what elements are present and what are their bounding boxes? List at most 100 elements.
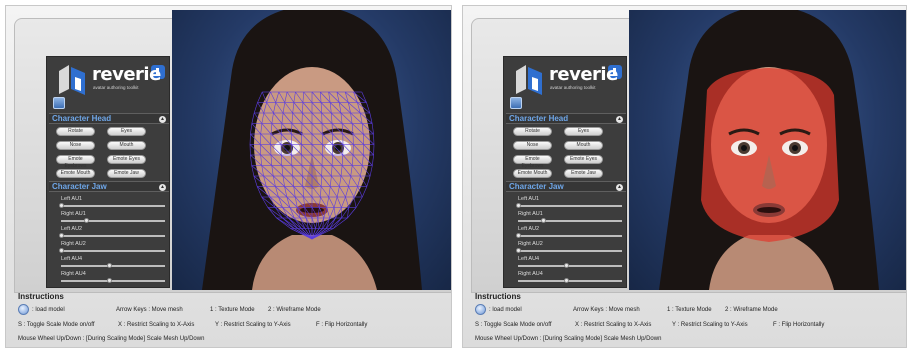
reverie-logo: reverie avatar authoring toolkit (512, 61, 624, 97)
slider-knob[interactable] (564, 263, 569, 268)
emote-jaw-button[interactable]: Emote Jaw (564, 169, 603, 178)
mouth-button[interactable]: Mouth (564, 141, 603, 150)
slider-left-au1[interactable] (59, 203, 165, 208)
app-screen-wireframe: reverie avatar authoring toolkit Charact… (5, 5, 452, 348)
control-panel: reverie avatar authoring toolkit Charact… (503, 56, 627, 288)
arrow-keys-text: Arrow Keys : Move mesh (116, 307, 183, 313)
character-jaw-header[interactable]: Character Jaw ▲ (49, 181, 169, 192)
logo-wordmark: reverie (92, 64, 161, 85)
mouth-opening (757, 207, 781, 213)
emote-eyes-button[interactable]: Emote Eyes (107, 155, 146, 164)
arrow-keys-text: Arrow Keys : Move mesh (573, 307, 640, 313)
emote-mouth-button[interactable]: Emote Mouth (513, 169, 552, 178)
nose-button[interactable]: Nose (513, 141, 552, 150)
slider-left-au2[interactable] (516, 233, 622, 238)
slider-knob[interactable] (516, 203, 521, 208)
slider-label-left-au1: Left AU1 (518, 196, 540, 202)
load-model-icon[interactable] (18, 304, 29, 315)
mouth-button[interactable]: Mouth (107, 141, 146, 150)
slider-knob[interactable] (564, 278, 569, 283)
slider-left-au1[interactable] (516, 203, 622, 208)
pupil (792, 145, 798, 151)
collapse-icon[interactable]: ▲ (616, 184, 623, 191)
slider-right-au2[interactable] (516, 248, 622, 253)
load-model-icon[interactable] (475, 304, 486, 315)
slider-right-au1[interactable] (61, 218, 165, 223)
face-viewport[interactable] (172, 10, 451, 290)
toggle-scale-text: S : Toggle Scale Mode on/off (18, 322, 95, 328)
rotate-button[interactable]: Rotate (56, 127, 95, 136)
pupil (741, 145, 747, 151)
collapse-icon[interactable]: ▲ (616, 116, 623, 123)
wireframe-mode-text: 2 : Wireframe Mode (725, 307, 778, 313)
section-title: Character Jaw (509, 182, 564, 191)
logo-wordmark: reverie (549, 64, 618, 85)
flip-text: F : Flip Horizontally (773, 322, 825, 328)
slider-left-au4[interactable] (518, 263, 622, 268)
slider-knob[interactable] (84, 218, 89, 223)
slider-right-au4[interactable] (61, 278, 165, 283)
slider-label-right-au1: Right AU1 (61, 211, 86, 217)
slider-knob[interactable] (516, 233, 521, 238)
slider-right-au4[interactable] (518, 278, 622, 283)
restrict-x-text: X : Restrict Scaling to X-Axis (118, 322, 195, 328)
slider-label-left-au2: Left AU2 (518, 226, 540, 232)
emote-eyebrows-button[interactable]: Emote Eyebrows (56, 155, 95, 169)
eyes-button[interactable]: Eyes (564, 127, 603, 136)
slider-knob[interactable] (59, 233, 64, 238)
slider-label-right-au1: Right AU1 (518, 211, 543, 217)
slider-label-right-au2: Right AU2 (61, 241, 86, 247)
slider-label-left-au2: Left AU2 (61, 226, 83, 232)
logo-tagline: avatar authoring toolkit (550, 85, 596, 90)
logo-tagline: avatar authoring toolkit (93, 85, 139, 90)
slider-label-left-au4: Left AU4 (61, 256, 83, 262)
slider-right-au2[interactable] (59, 248, 165, 253)
slider-label-right-au4: Right AU4 (61, 271, 86, 277)
app-screen-texture: reverie avatar authoring toolkit Charact… (462, 5, 907, 348)
face-viewport[interactable] (629, 10, 906, 290)
slider-knob[interactable] (107, 278, 112, 283)
tool-icon[interactable] (53, 97, 65, 109)
load-model-text: : load model (32, 307, 65, 313)
texture-mode-text: 1 : Texture Mode (667, 307, 712, 313)
restrict-y-text: Y : Restrict Scaling to Y-Axis (672, 322, 748, 328)
nose-button[interactable]: Nose (56, 141, 95, 150)
collapse-icon[interactable]: ▲ (159, 184, 166, 191)
character-jaw-header[interactable]: Character Jaw ▲ (506, 181, 626, 192)
eyes-button[interactable]: Eyes (107, 127, 146, 136)
instructions-panel: Instructions : load model Arrow Keys : M… (471, 290, 901, 345)
instructions-panel: Instructions : load model Arrow Keys : M… (14, 290, 444, 345)
slider-left-au4[interactable] (61, 263, 165, 268)
face-render (659, 10, 879, 290)
face-render (202, 10, 422, 290)
rotate-button[interactable]: Rotate (513, 127, 552, 136)
character-head-header[interactable]: Character Head ▲ (49, 113, 169, 124)
instructions-title: Instructions (18, 292, 64, 301)
collapse-icon[interactable]: ▲ (159, 116, 166, 123)
emote-eyes-button[interactable]: Emote Eyes (564, 155, 603, 164)
slider-knob[interactable] (107, 263, 112, 268)
section-title: Character Head (509, 114, 569, 123)
mouse-wheel-text: Mouse Wheel Up/Down : [During Scaling Mo… (18, 336, 205, 342)
slider-left-au2[interactable] (59, 233, 165, 238)
tool-icon[interactable] (510, 97, 522, 109)
slider-label-right-au4: Right AU4 (518, 271, 543, 277)
texture-mode-text: 1 : Texture Mode (210, 307, 255, 313)
control-panel: reverie avatar authoring toolkit Charact… (46, 56, 170, 288)
slider-knob[interactable] (541, 218, 546, 223)
emote-eyebrows-button[interactable]: Emote Eyebrows (513, 155, 552, 169)
emote-mouth-button[interactable]: Emote Mouth (56, 169, 95, 178)
restrict-y-text: Y : Restrict Scaling to Y-Axis (215, 322, 291, 328)
slider-knob[interactable] (59, 248, 64, 253)
character-head-header[interactable]: Character Head ▲ (506, 113, 626, 124)
flip-text: F : Flip Horizontally (316, 322, 368, 328)
slider-knob[interactable] (59, 203, 64, 208)
load-model-text: : load model (489, 307, 522, 313)
mouse-wheel-text: Mouse Wheel Up/Down : [During Scaling Mo… (475, 336, 662, 342)
slider-label-left-au1: Left AU1 (61, 196, 83, 202)
slider-knob[interactable] (516, 248, 521, 253)
slider-right-au1[interactable] (518, 218, 622, 223)
section-title: Character Head (52, 114, 112, 123)
slider-label-right-au2: Right AU2 (518, 241, 543, 247)
emote-jaw-button[interactable]: Emote Jaw (107, 169, 146, 178)
